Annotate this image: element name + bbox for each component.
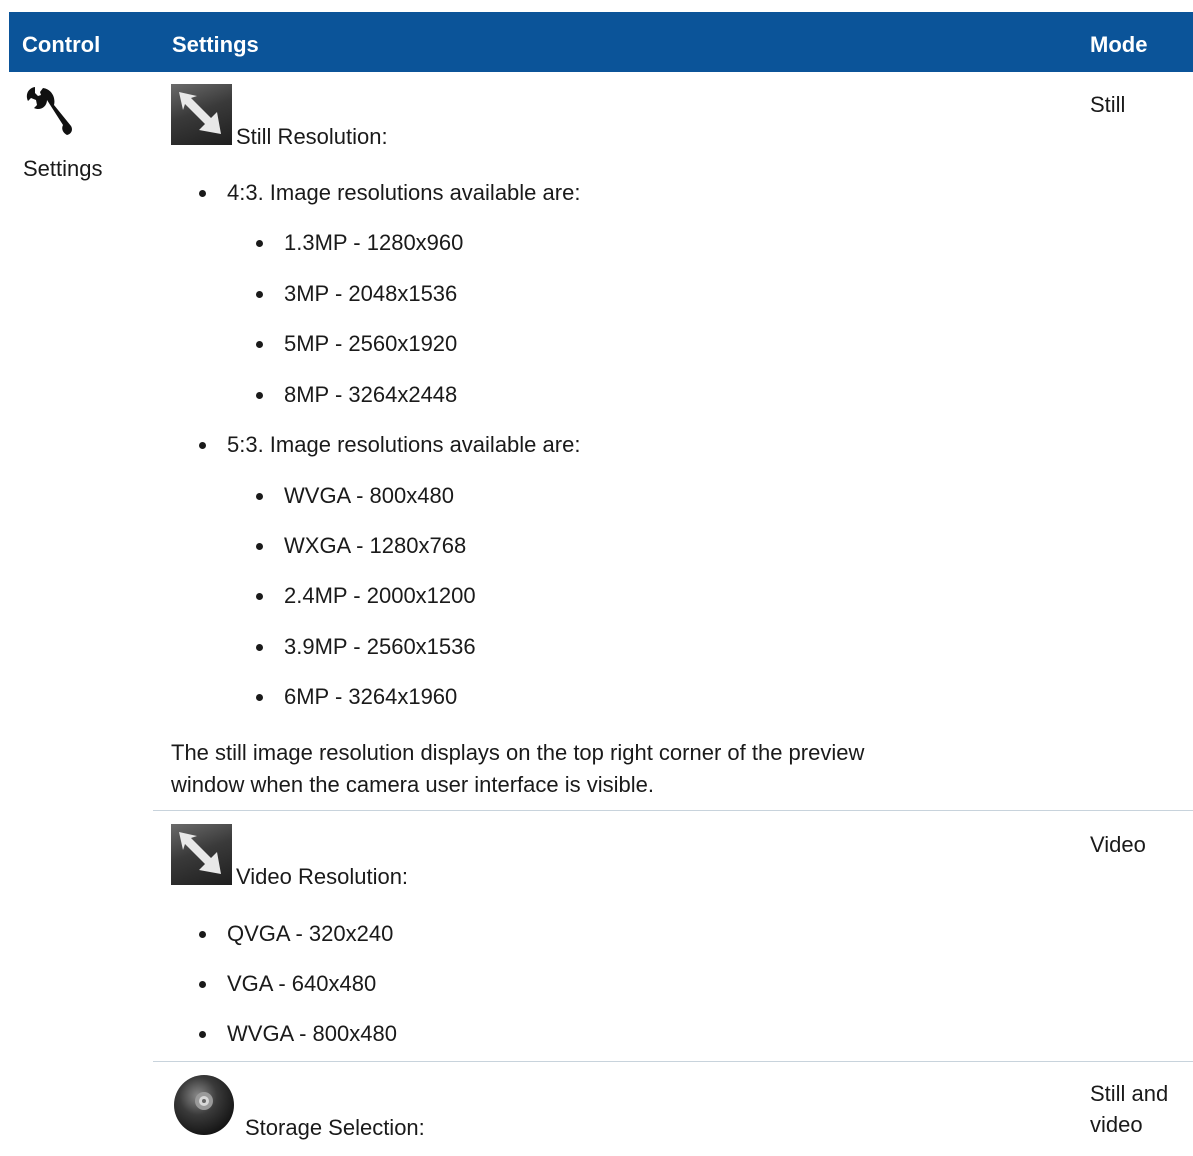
bullet xyxy=(256,392,263,399)
header-control: Control xyxy=(22,32,101,57)
settings-table: Control Settings Mode xyxy=(9,12,1193,72)
bullet xyxy=(199,190,206,197)
storage-selection-title: Storage Selection: xyxy=(245,1115,425,1140)
bullet xyxy=(199,442,206,449)
bullet xyxy=(256,291,263,298)
header-settings: Settings xyxy=(172,32,259,57)
list-item: 2.4MP - 2000x1200 xyxy=(284,583,476,608)
bullet xyxy=(256,593,263,600)
list-item: WVGA - 800x480 xyxy=(284,483,454,508)
row-divider xyxy=(153,810,1193,811)
still-mode: Still xyxy=(1090,92,1126,117)
list-item: 6MP - 3264x1960 xyxy=(284,684,458,709)
bullet xyxy=(256,341,263,348)
storage-mode-line2: video xyxy=(1090,1112,1143,1137)
video-mode: Video xyxy=(1090,832,1146,857)
bullet xyxy=(256,543,263,550)
bullet xyxy=(199,1031,206,1038)
list-item: 3.9MP - 2560x1536 xyxy=(284,634,476,659)
list-item: 8MP - 3264x2448 xyxy=(284,382,458,407)
list-item: QVGA - 320x240 xyxy=(227,921,394,946)
bullet xyxy=(256,644,263,651)
resize-arrows-icon xyxy=(171,824,232,885)
row-divider xyxy=(153,1061,1193,1062)
still-note-line2: window when the camera user interface is… xyxy=(171,772,655,797)
storage-mode-line1: Still and xyxy=(1090,1081,1169,1106)
list-item: WXGA - 1280x768 xyxy=(284,533,467,558)
wrench-icon xyxy=(26,87,72,135)
bullet xyxy=(199,931,206,938)
resize-arrows-icon xyxy=(171,84,232,145)
list-item: 5MP - 2560x1920 xyxy=(284,331,458,356)
still-note-line1: The still image resolution displays on t… xyxy=(171,740,865,765)
list-item: WVGA - 800x480 xyxy=(227,1021,397,1046)
video-resolution-title: Video Resolution: xyxy=(236,864,409,889)
group-label-5-3: 5:3. Image resolutions available are: xyxy=(227,432,581,457)
bullet xyxy=(256,240,263,247)
list-item: 1.3MP - 1280x960 xyxy=(284,230,464,255)
storage-disc-icon xyxy=(174,1075,234,1135)
list-item: VGA - 640x480 xyxy=(227,971,377,996)
group-label-4-3: 4:3. Image resolutions available are: xyxy=(227,180,581,205)
control-label: Settings xyxy=(23,156,103,181)
still-resolution-title: Still Resolution: xyxy=(236,124,388,149)
bullet xyxy=(199,981,206,988)
list-item: 3MP - 2048x1536 xyxy=(284,281,458,306)
table-header: Control Settings Mode xyxy=(9,12,1193,72)
header-mode: Mode xyxy=(1090,32,1148,57)
bullet xyxy=(256,493,263,500)
bullet xyxy=(256,694,263,701)
